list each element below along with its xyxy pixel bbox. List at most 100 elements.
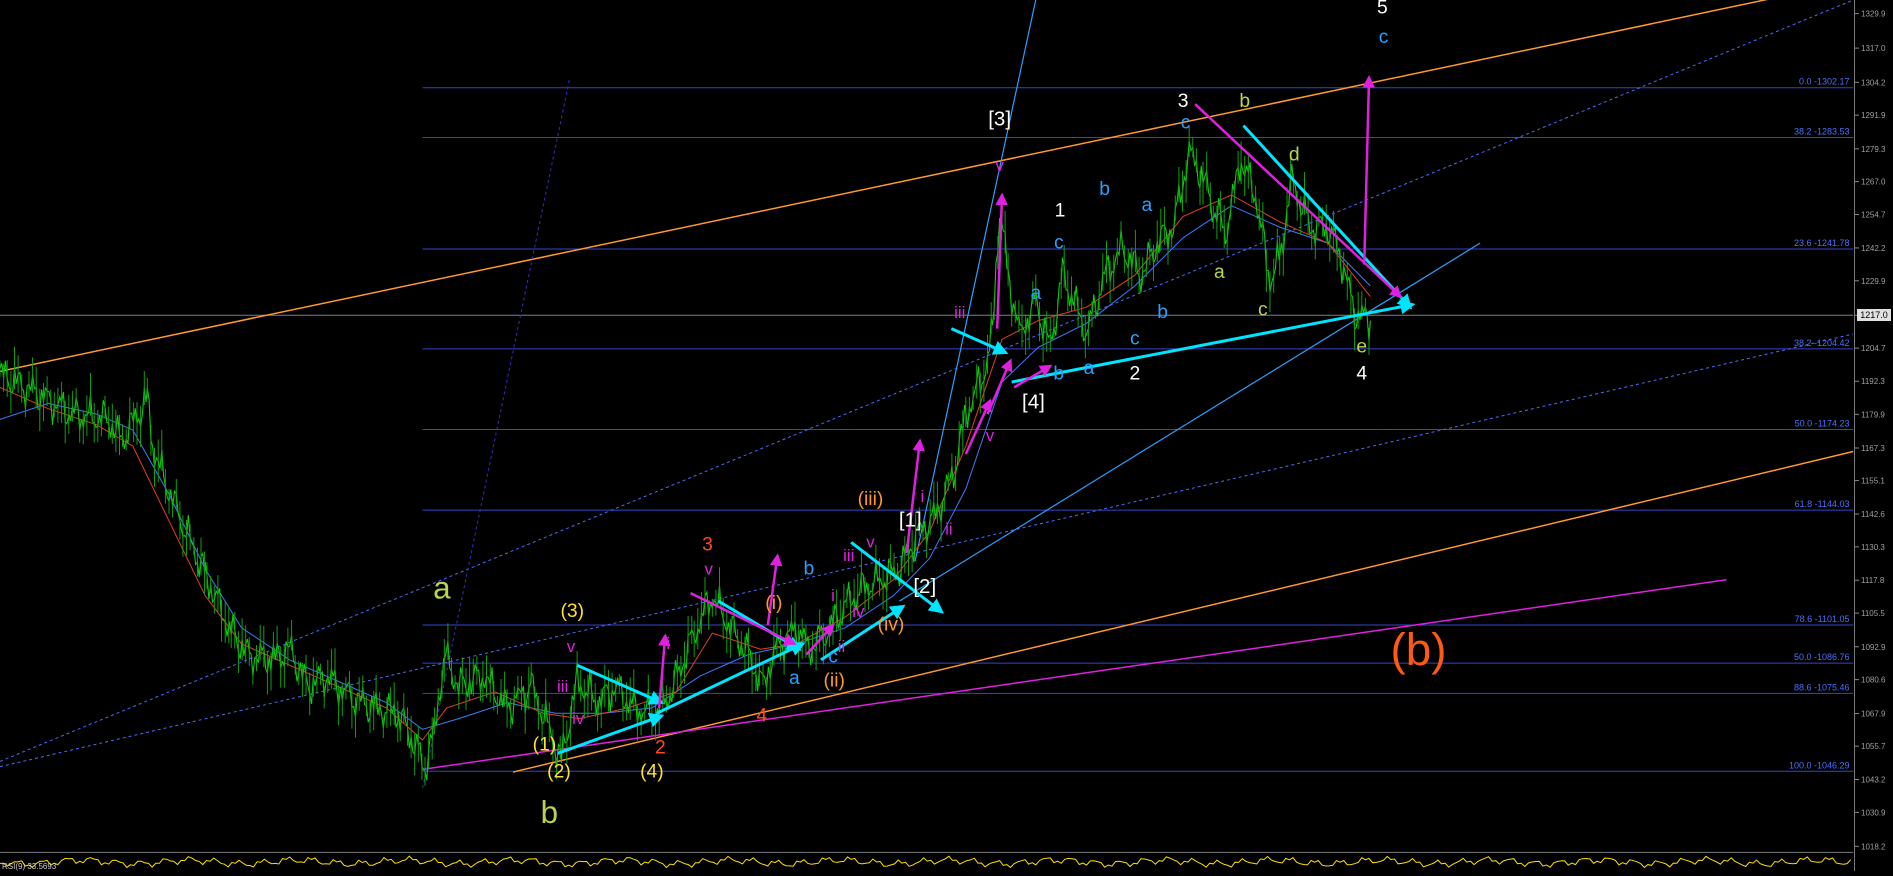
wave-label: iv [852,602,865,621]
price-tick-label: 1055.7 [1861,742,1886,751]
price-tick-label: 1018.2 [1861,842,1886,851]
wave-label: c [1130,329,1140,350]
price-tick-label: 1067.9 [1861,710,1886,719]
wave-label: 3 [1178,91,1189,112]
magenta-arrow [766,553,783,626]
price-tick-label: 1267.0 [1861,178,1886,187]
oscillator-line [0,855,1852,869]
trendlines [0,0,1854,789]
magenta-arrow [905,438,925,554]
wave-label: c [1181,112,1191,133]
fib-level-label: 38.2 -1204.42 [1794,338,1850,348]
wave-label: iv [572,709,585,728]
wave-label: (iii) [858,489,884,510]
price-tick-label: 1229.9 [1861,277,1886,286]
fibonacci-levels: 0.0 -1302.1738.2 -1283.5323.6 -1241.7838… [0,77,1854,772]
price-axis[interactable]: 1329.9 1317.0 1304.2 1291.9 1279.3 1267.0 1254… [1854,0,1893,871]
wave-label: v [866,533,875,552]
oscillator-label: RSI(9) 33.5693 [2,862,57,871]
wave-label: v [986,426,995,445]
price-series [0,126,1371,786]
wave-label: b [1099,179,1110,200]
wave-label: 4 [1356,363,1367,384]
wave-label: i [831,586,835,605]
wave-label: ii [945,519,953,538]
cyan-arrow [1011,299,1416,384]
wave-label: 2 [1129,363,1140,384]
wave-label: iii [557,677,568,696]
fib-level-label: 88.6 -1075.46 [1794,682,1850,692]
wave-label: (b) [1391,623,1447,675]
wave-label: b [804,558,815,579]
price-tick-label: 1030.9 [1861,808,1886,817]
price-tick-label: 1155.1 [1861,477,1885,486]
price-tick-label: 1317.0 [1861,44,1886,53]
cyan-arrow [656,642,806,715]
wave-label: a [1030,283,1041,304]
price-tick-label: 1279.3 [1861,145,1886,154]
price-tick-label: 1167.3 [1861,444,1885,453]
fib-level-label: 100.0 -1046.29 [1789,760,1850,770]
price-tick-label: 1304.2 [1861,78,1886,87]
wave-label: a [433,570,451,605]
price-tick-label: 1254.7 [1861,211,1886,220]
wave-label: (i) [765,593,782,614]
wave-label: iii [954,303,965,322]
trendline [914,0,1037,562]
price-axis-ticks: 1329.9 1317.0 1304.2 1291.9 1279.3 1267.0 1254… [1855,10,1886,851]
wave-label: ii [663,634,671,653]
moving-average-fast [0,194,1371,741]
price-tick-label: 1204.7 [1861,344,1886,353]
wave-label: (2) [547,761,571,782]
wave-label: c [1379,27,1389,48]
magenta-arrow [1362,75,1376,265]
magenta-arrow [1194,103,1403,299]
wave-label: a [1214,262,1225,283]
cyan-arrow [576,663,665,705]
wave-label: c [828,647,838,668]
wave-label: a [1084,358,1095,379]
fib-level-label: 50.0 -1086.76 [1794,652,1850,662]
wave-label: v [995,156,1004,175]
wave-label: iii [843,546,854,565]
wave-label: 3 [702,534,713,555]
wave-label: b [541,795,558,830]
fib-level-label: 50.0 -1174.23 [1795,419,1850,429]
fib-level-label: 0.0 -1302.17 [1799,77,1850,87]
price-tick-label: 1080.6 [1861,676,1886,685]
wave-label: e [1356,337,1367,358]
price-chart[interactable]: 0.0 -1302.1738.2 -1283.5323.6 -1241.7838… [0,0,1893,871]
wave-label: 2 [655,737,666,758]
wave-label: v [704,559,713,578]
price-tick-label: 1329.9 [1861,10,1886,19]
oscillator-panel [0,851,1854,869]
trendline [422,77,571,789]
wave-label: (1) [533,735,557,756]
wave-label: (3) [560,601,584,622]
trendline [422,578,1727,771]
wave-label: [4] [1022,391,1045,414]
price-tick-label: 1142.6 [1861,510,1885,519]
wave-label: [2] [913,575,936,598]
wave-label: (ii) [824,671,845,692]
wave-label: 1 [1055,200,1066,221]
wave-label: i [920,487,924,506]
fib-level-label: 38.2 -1283.53 [1794,127,1850,137]
wave-label: b [1053,363,1064,384]
current-price-marker: 1217.0 [1857,309,1891,322]
wave-label: [3] [988,108,1011,131]
moving-average-slow [0,205,1371,730]
wave-label: (4) [640,761,664,782]
wave-label: (iv) [878,614,905,635]
wave-label: b [1157,302,1168,323]
fib-level-label: 23.6 -1241.78 [1794,238,1850,248]
price-tick-label: 1179.9 [1861,410,1885,419]
fib-level-label: 78.6 -1101.05 [1795,614,1850,624]
wave-label: a [1142,195,1153,216]
magenta-arrow [986,358,1013,415]
wave-label: 4 [756,705,767,726]
wave-label: d [1289,144,1300,165]
price-tick-label: 1291.9 [1861,111,1886,120]
price-tick-label: 1092.9 [1861,643,1886,652]
price-tick-label: 1043.2 [1861,776,1886,785]
